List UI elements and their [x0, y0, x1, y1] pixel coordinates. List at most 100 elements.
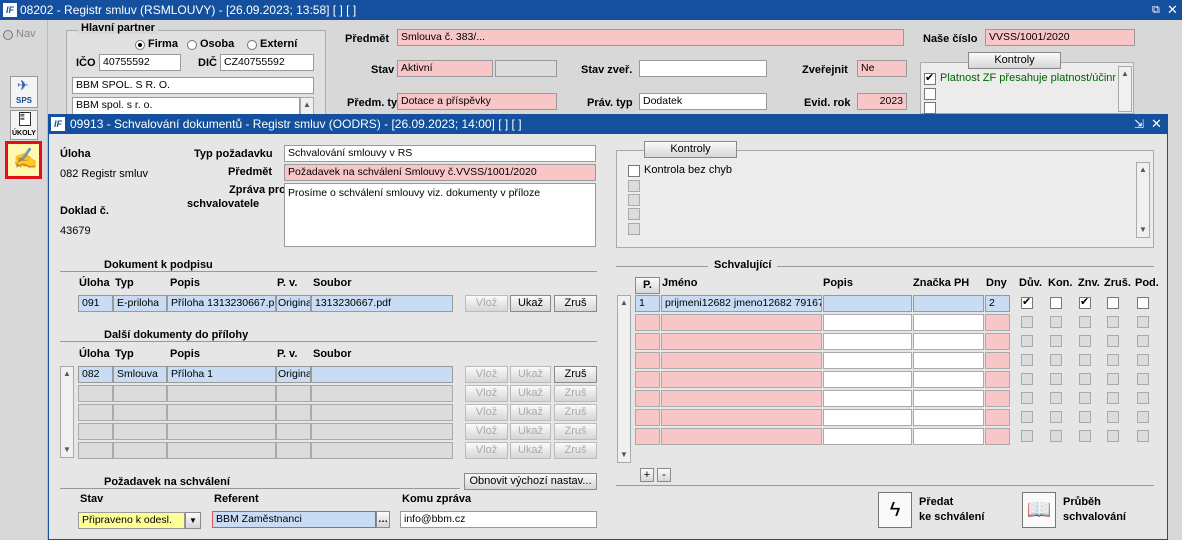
- other-docs-ukaz-button[interactable]: Ukaž: [510, 385, 551, 402]
- other-docs-empty-cell[interactable]: [167, 442, 276, 459]
- contract-kontrola-checkbox-2[interactable]: [924, 88, 936, 100]
- approver-p-empty-cell[interactable]: [635, 409, 660, 426]
- zverejnit-field[interactable]: Ne: [857, 60, 907, 77]
- doc-sign-soubor-cell[interactable]: 1313230667.pdf: [311, 295, 453, 312]
- other-docs-empty-cell[interactable]: [167, 404, 276, 421]
- doc-sign-uloha-cell[interactable]: 091: [78, 295, 113, 312]
- approver-popis-empty-cell[interactable]: [823, 314, 912, 331]
- other-docs-empty-cell[interactable]: [78, 423, 113, 440]
- other-docs-zrus-button[interactable]: Zruš: [554, 366, 597, 383]
- evid-rok-field[interactable]: 2023: [857, 93, 907, 110]
- contract-kontrola-checkbox[interactable]: [924, 71, 936, 85]
- other-docs-empty-cell[interactable]: [78, 404, 113, 421]
- nase-cislo-field[interactable]: VVSS/1001/2020: [985, 29, 1135, 46]
- request-stav-select[interactable]: Připraveno k odesl.: [78, 512, 185, 529]
- approver-znv-empty-checkbox[interactable]: [1079, 411, 1091, 423]
- approver-popis-empty-cell[interactable]: [823, 409, 912, 426]
- approver-dny-empty-cell[interactable]: [985, 409, 1010, 426]
- doc-sign-typ-cell[interactable]: E-priloha: [113, 295, 167, 312]
- other-docs-ukaz-button[interactable]: Ukaž: [510, 442, 551, 459]
- approver-kon-empty-checkbox[interactable]: [1050, 411, 1062, 423]
- sps-button[interactable]: ✈ SPS: [10, 76, 38, 108]
- approver-znacka-empty-cell[interactable]: [913, 390, 984, 407]
- doc-sign-pv-cell[interactable]: Origina: [276, 295, 311, 312]
- approver-kon-empty-checkbox[interactable]: [1050, 392, 1062, 404]
- approver-pod-empty-checkbox[interactable]: [1137, 316, 1149, 328]
- reset-defaults-button[interactable]: Obnovit výchozí nastav...: [464, 473, 597, 490]
- other-docs-zrus-button[interactable]: Zruš: [554, 423, 597, 440]
- other-docs-soubor-cell[interactable]: [311, 366, 453, 383]
- other-docs-empty-cell[interactable]: [113, 385, 167, 402]
- nav-radio[interactable]: [3, 30, 13, 40]
- other-docs-empty-cell[interactable]: [311, 385, 453, 402]
- approver-jmeno-empty-cell[interactable]: [661, 352, 822, 369]
- dialog-minimize-icon[interactable]: ⇲: [1134, 114, 1144, 134]
- other-docs-vloz-button[interactable]: Vlož: [465, 404, 508, 421]
- approver-p-empty-cell[interactable]: [635, 371, 660, 388]
- approver-popis-empty-cell[interactable]: [823, 333, 912, 350]
- approver-zrus-empty-checkbox[interactable]: [1107, 354, 1119, 366]
- approver-dny-empty-cell[interactable]: [985, 371, 1010, 388]
- approver-p-empty-cell[interactable]: [635, 333, 660, 350]
- other-docs-empty-cell[interactable]: [276, 423, 311, 440]
- approver-jmeno-empty-cell[interactable]: [661, 390, 822, 407]
- other-docs-ukaz-button[interactable]: Ukaž: [510, 404, 551, 421]
- approver-p-empty-cell[interactable]: [635, 428, 660, 445]
- contract-kontroly-button[interactable]: Kontroly: [968, 52, 1061, 69]
- prubeh-schvalovani-button[interactable]: 📖 Průběh schvalování: [1022, 492, 1152, 530]
- other-docs-vloz-button[interactable]: Vlož: [465, 366, 508, 383]
- approver-zrus-empty-checkbox[interactable]: [1107, 430, 1119, 442]
- stav-zver-field[interactable]: [639, 60, 767, 77]
- other-docs-empty-cell[interactable]: [276, 442, 311, 459]
- approver-zrus-empty-checkbox[interactable]: [1107, 373, 1119, 385]
- other-docs-typ-cell[interactable]: Smlouva: [113, 366, 167, 383]
- approvers-header-p[interactable]: P.: [635, 277, 660, 294]
- approver-znv-empty-checkbox[interactable]: [1079, 316, 1091, 328]
- approver-p-empty-cell[interactable]: [635, 390, 660, 407]
- predm-typ-field[interactable]: Dotace a příspěvky: [397, 93, 557, 110]
- scroll-up-icon[interactable]: ▲: [1138, 165, 1148, 175]
- approver-znv-empty-checkbox[interactable]: [1079, 392, 1091, 404]
- approver-zrus-empty-checkbox[interactable]: [1107, 316, 1119, 328]
- approver-popis-empty-cell[interactable]: [823, 371, 912, 388]
- approver-duv-empty-checkbox[interactable]: [1021, 354, 1033, 366]
- other-docs-empty-cell[interactable]: [78, 442, 113, 459]
- referent-lookup-button[interactable]: …: [376, 511, 390, 528]
- other-docs-vloz-button[interactable]: Vlož: [465, 442, 508, 459]
- request-stav-dropdown[interactable]: ▼: [185, 512, 201, 529]
- stav-extra-field[interactable]: [495, 60, 557, 77]
- other-docs-scrollbar[interactable]: ▲ ▼: [60, 366, 74, 458]
- other-docs-empty-cell[interactable]: [311, 404, 453, 421]
- approver-duv-empty-checkbox[interactable]: [1021, 430, 1033, 442]
- doc-sign-popis-cell[interactable]: Příloha 1313230667.p: [167, 295, 276, 312]
- add-approver-button[interactable]: +: [640, 468, 654, 482]
- scroll-up-icon[interactable]: ▲: [1120, 69, 1130, 79]
- approver-dny-empty-cell[interactable]: [985, 352, 1010, 369]
- dialog-kontrola-checkbox[interactable]: [628, 165, 640, 177]
- approver-znacka-empty-cell[interactable]: [913, 409, 984, 426]
- referent-field[interactable]: BBM Zaměstnanci: [212, 511, 376, 528]
- other-docs-pv-cell[interactable]: Origina: [276, 366, 311, 383]
- approver-dny-empty-cell[interactable]: [985, 314, 1010, 331]
- approver-zrus-empty-checkbox[interactable]: [1107, 411, 1119, 423]
- contract-predmet-field[interactable]: Smlouva č. 383/...: [397, 29, 904, 46]
- approver-znacka-empty-cell[interactable]: [913, 371, 984, 388]
- radio-osoba[interactable]: [187, 40, 197, 50]
- dialog-kontrola-checkbox-3[interactable]: [628, 194, 640, 206]
- dialog-close-icon[interactable]: ✕: [1151, 114, 1162, 134]
- dialog-kontrola-checkbox-4[interactable]: [628, 208, 640, 220]
- other-docs-empty-cell[interactable]: [113, 442, 167, 459]
- approver-pod-empty-checkbox[interactable]: [1137, 335, 1149, 347]
- doc-sign-zrus-button[interactable]: Zruš: [554, 295, 597, 312]
- ukoly-button[interactable]: ≡ ≡ ÚKOLY: [10, 110, 38, 140]
- scroll-down-icon[interactable]: ▼: [62, 445, 72, 455]
- approver-pod-empty-checkbox[interactable]: [1137, 411, 1149, 423]
- doc-sign-ukaz-button[interactable]: Ukaž: [510, 295, 551, 312]
- scroll-up-icon[interactable]: ▲: [62, 369, 72, 379]
- close-window-icon[interactable]: ✕: [1167, 0, 1178, 20]
- scroll-down-icon[interactable]: ▼: [1138, 225, 1148, 235]
- radio-externi[interactable]: [247, 40, 257, 50]
- approver-zrus-empty-checkbox[interactable]: [1107, 335, 1119, 347]
- approver-duv-empty-checkbox[interactable]: [1021, 411, 1033, 423]
- approver-znacka-empty-cell[interactable]: [913, 428, 984, 445]
